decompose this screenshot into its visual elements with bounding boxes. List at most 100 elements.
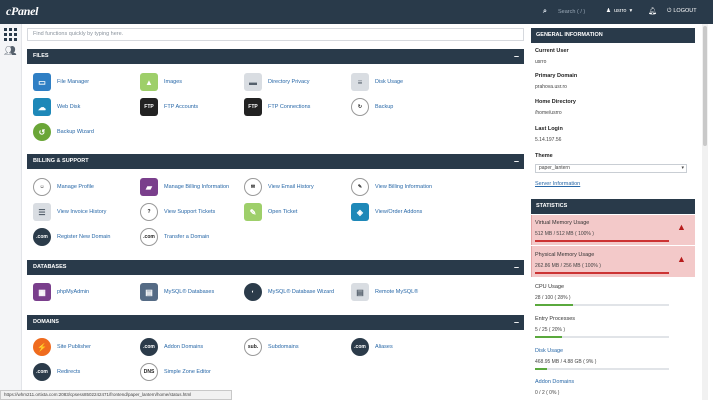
header-search-placeholder: Search ( / ) [558,9,586,15]
file-manager-icon: ▭ [33,73,51,91]
domain-com-icon: .com [33,228,51,246]
general-info-title: GENERAL INFORMATION [531,28,695,43]
top-navbar: cPanel ⌕ Search ( / ) ♟ usrro ▾ 🔔︎ ⏻ LOG… [0,0,713,24]
dns-icon: DNS [140,363,158,381]
function-search-input[interactable]: Find functions quickly by typing here. [27,28,524,41]
last-login-label: Last Login [535,126,563,132]
apps-grid-icon[interactable] [4,28,17,41]
primary-domain-label: Primary Domain [535,73,578,79]
virtual-memory-fill [535,240,669,242]
credit-card-icon: ▰ [140,178,158,196]
manage-billing-link[interactable]: ▰ Manage Billing Information [140,177,229,197]
entry-processes-fill [535,336,562,338]
ftp-accounts-icon: FTP [140,98,158,116]
view-billing-info-link[interactable]: ✎ View Billing Information [351,177,432,197]
users-icon[interactable]: 👥︎ [4,46,17,57]
cloud-icon: ☁ [33,98,51,116]
ticket-icon: ✎ [244,203,262,221]
home-directory-value: /home/usrro [535,110,562,116]
aliases-link[interactable]: .com Aliases [351,337,393,357]
theme-label: Theme [535,153,553,159]
transfer-domain-icon: .com [140,228,158,246]
view-email-history-link[interactable]: ✉ View Email History [244,177,314,197]
disk-usage-fill [535,368,548,370]
server-information-link[interactable]: Server Information [535,181,580,187]
addon-domains-stat-link[interactable]: Addon Domains [535,379,574,385]
pen-icon: ✎ [351,178,369,196]
warning-icon: ▲ [677,254,686,264]
virtual-memory-value: 512 MB / 512 MB ( 100% ) [535,231,594,237]
redirects-icon: .com [33,363,51,381]
home-directory-label: Home Directory [535,99,576,105]
cpanel-logo[interactable]: cPanel [6,4,39,19]
logout-label: LOGOUT [673,8,697,14]
databases-section-header[interactable]: DATABASES – [27,260,524,275]
ftp-accounts-link[interactable]: FTP FTP Accounts [140,97,198,117]
physical-memory-fill [535,272,669,274]
collapse-icon[interactable]: – [514,49,519,63]
profile-icon: ☺ [33,178,51,196]
ftp-connections-link[interactable]: FTP FTP Connections [244,97,310,117]
files-section-title: FILES [33,53,49,59]
cpu-usage-fill [535,304,573,306]
physical-memory-bar [535,272,669,274]
search-icon: ⌕ [543,8,547,15]
site-publisher-icon: ⚡ [33,338,51,356]
open-ticket-link[interactable]: ✎ Open Ticket [244,202,297,222]
last-login-value: 5.14.197.56 [535,137,562,143]
view-invoice-history-link[interactable]: ☰ View Invoice History [33,202,106,222]
site-publisher-link[interactable]: ⚡ Site Publisher [33,337,91,357]
simple-zone-editor-link[interactable]: DNS Simple Zone Editor [140,362,211,382]
disk-usage-link[interactable]: ≡ Disk Usage [351,72,403,92]
register-domain-link[interactable]: .com Register New Domain [33,227,111,247]
billing-section-header[interactable]: BILLING & SUPPORT – [27,154,524,169]
addon-domains-link[interactable]: .com Addon Domains [140,337,203,357]
physical-memory-value: 262.86 MB / 256 MB ( 100% ) [535,263,601,269]
addon-domains-value: 0 / 2 ( 0% ) [535,390,560,396]
redirects-link[interactable]: .com Redirects [33,362,80,382]
view-order-addons-link[interactable]: ◈ View/Order Addons [351,202,422,222]
header-search[interactable]: ⌕ Search ( / ) [536,7,592,17]
subdomains-link[interactable]: sub. Subdomains [244,337,299,357]
disk-usage-stat-link[interactable]: Disk Usage [535,348,563,354]
backup-link[interactable]: ↻ Backup [351,97,393,117]
collapse-icon[interactable]: – [514,260,519,274]
cpu-usage-label: CPU Usage [535,284,565,290]
domains-section-title: DOMAINS [33,319,59,325]
files-section-header[interactable]: FILES – [27,49,524,64]
scrollbar-thumb[interactable] [703,26,707,146]
manage-profile-link[interactable]: ☺ Manage Profile [33,177,94,197]
notifications-bell-icon[interactable]: 🔔︎ [648,7,657,15]
cpu-usage-bar [535,304,669,306]
aliases-icon: .com [351,338,369,356]
subdomains-icon: sub. [244,338,262,356]
invoice-icon: ☰ [33,203,51,221]
phpmyadmin-link[interactable]: ▦ phpMyAdmin [33,282,89,302]
mysql-wizard-link[interactable]: ◐ MySQL® Database Wizard [244,282,334,302]
images-link[interactable]: ▲ Images [140,72,182,92]
cpu-usage-value: 28 / 100 ( 28% ) [535,295,571,301]
logout-button[interactable]: ⏻ LOGOUT [667,8,697,15]
mysql-databases-link[interactable]: ▤ MySQL® Databases [140,282,214,302]
remote-mysql-link[interactable]: ▤ Remote MySQL® [351,282,418,302]
backup-wizard-link[interactable]: ↺ Backup Wizard [33,122,94,142]
collapse-icon[interactable]: – [514,154,519,168]
mysql-wizard-icon: ◐ [244,283,262,301]
domains-section-header[interactable]: DOMAINS – [27,315,524,330]
addon-domains-icon: .com [140,338,158,356]
general-info-panel: GENERAL INFORMATION [531,28,695,43]
primary-domain-value: prahova.usr.ro [535,84,567,90]
collapse-icon[interactable]: – [514,315,519,329]
directory-privacy-link[interactable]: ▬ Directory Privacy [244,72,310,92]
web-disk-link[interactable]: ☁ Web Disk [33,97,80,117]
warning-icon: ▲ [677,222,686,232]
backup-wizard-icon: ↺ [33,123,51,141]
backup-icon: ↻ [351,98,369,116]
view-support-tickets-link[interactable]: ? View Support Tickets [140,202,215,222]
file-manager-link[interactable]: ▭ File Manager [33,72,89,92]
theme-select[interactable]: paper_lantern ▾ [535,164,687,173]
user-menu[interactable]: ♟ usrro ▾ [606,8,632,14]
entry-processes-value: 5 / 25 ( 20% ) [535,327,566,333]
remote-mysql-icon: ▤ [351,283,369,301]
transfer-domain-link[interactable]: .com Transfer a Domain [140,227,209,247]
